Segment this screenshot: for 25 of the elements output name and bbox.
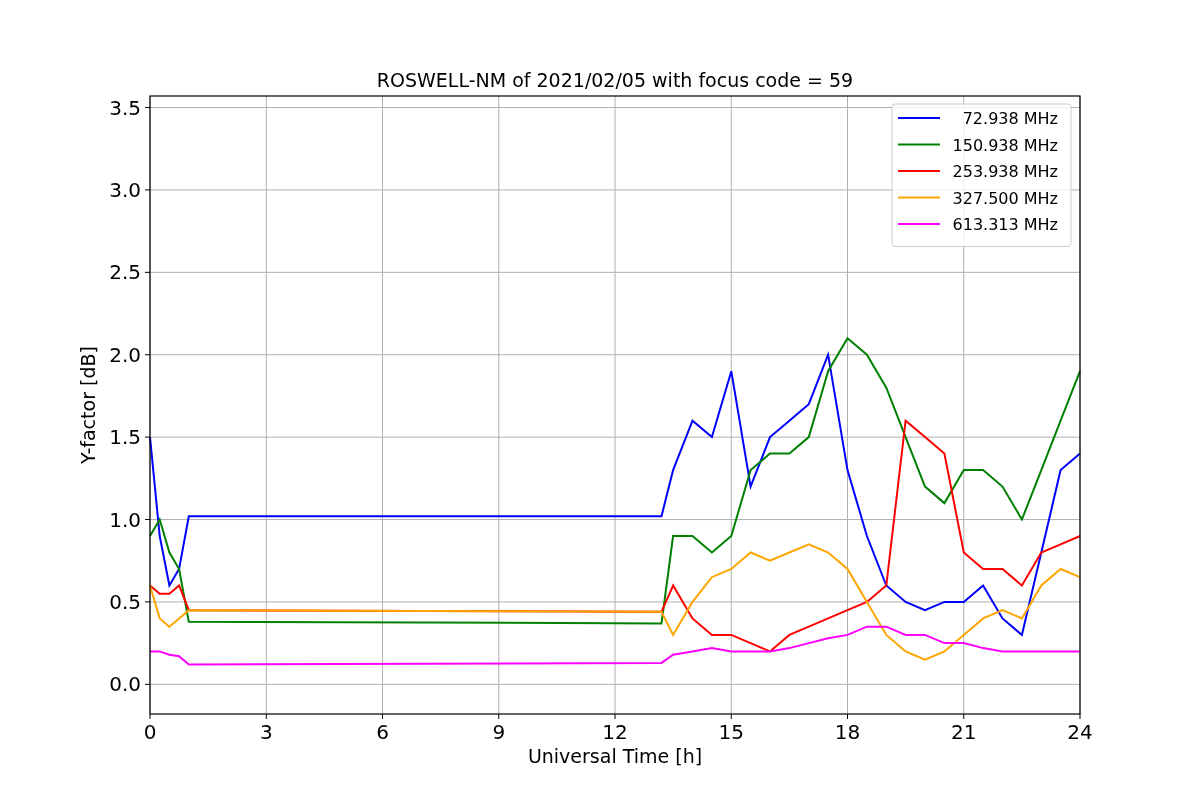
x-tick-label: 15 bbox=[718, 720, 744, 744]
x-axis-label: Universal Time [h] bbox=[527, 745, 703, 767]
x-tick-label: 0 bbox=[143, 720, 157, 744]
y-tick-label: 0.5 bbox=[109, 589, 141, 614]
y-tick-label: 1.0 bbox=[109, 507, 141, 532]
x-tick-label: 3 bbox=[259, 720, 273, 744]
legend-label: 613.313 MHz bbox=[952, 215, 1058, 234]
legend-label: 253.938 MHz bbox=[952, 162, 1058, 181]
y-tick-label: 3.5 bbox=[109, 95, 141, 120]
x-tick-label: 12 bbox=[602, 720, 628, 744]
x-tick-label: 24 bbox=[1067, 720, 1093, 744]
y-tick-label: 0.0 bbox=[109, 672, 141, 697]
legend-label: 150.938 MHz bbox=[952, 135, 1058, 155]
legend-label: 72.938 MHz bbox=[962, 109, 1058, 128]
x-tick-label: 21 bbox=[951, 720, 977, 744]
chart-title: ROSWELL-NM of 2021/02/05 with focus code = 59 bbox=[376, 69, 854, 91]
y-tick-label: 2.5 bbox=[109, 260, 141, 285]
y-tick-label: 1.5 bbox=[109, 425, 141, 450]
x-tick-label: 9 bbox=[492, 720, 506, 744]
y-tick-label: 3.0 bbox=[109, 177, 141, 202]
legend-label: 327.500 MHz bbox=[952, 188, 1058, 208]
y-tick-label: 2.0 bbox=[109, 342, 141, 367]
x-tick-label: 6 bbox=[376, 720, 389, 744]
x-tick-label: 18 bbox=[834, 720, 861, 744]
y-axis-label: Y-factor [dB] bbox=[77, 346, 99, 464]
